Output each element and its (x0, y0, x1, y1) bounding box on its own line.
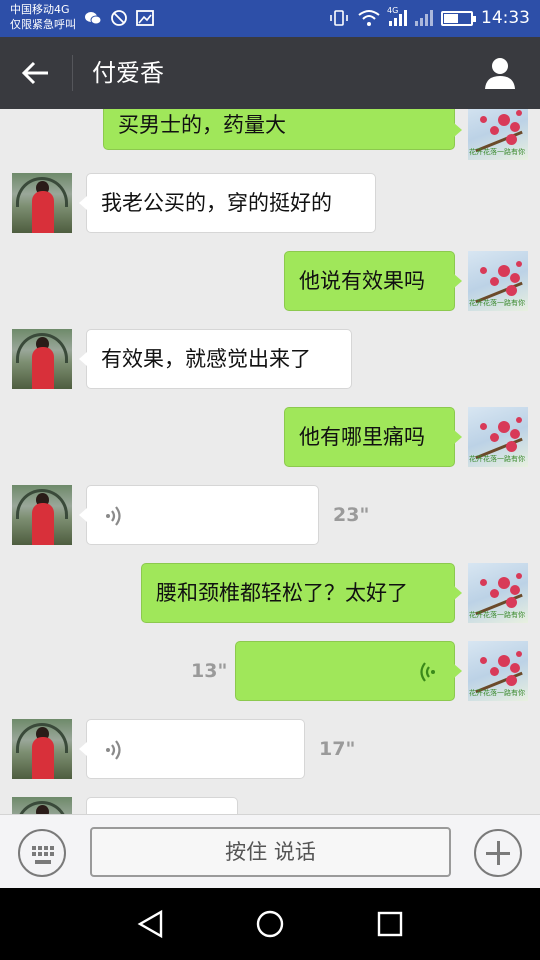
contact-avatar[interactable] (12, 485, 72, 545)
vibrate-icon (330, 10, 348, 26)
received-voice-bubble[interactable] (79, 485, 319, 545)
voice-wave-icon (106, 506, 121, 526)
sent-text-bubble[interactable]: 买男士的，药量大 (103, 109, 462, 150)
sent-text-bubble[interactable]: 他说有效果吗 (284, 251, 462, 311)
image-icon (136, 10, 154, 26)
my-avatar[interactable]: 花开花落一路有你 (468, 407, 528, 467)
no-disturb-icon (111, 10, 127, 26)
network-type: 4G (387, 6, 399, 15)
message-text: 他说有效果吗 (299, 269, 425, 293)
back-triangle-icon[interactable] (135, 908, 167, 940)
my-avatar[interactable]: 花开花落一路有你 (468, 109, 528, 160)
input-bar: 按住 说话 (0, 814, 540, 888)
voice-duration: 17" (319, 738, 356, 760)
title-divider (72, 55, 73, 91)
signal-2-icon (415, 10, 433, 26)
received-text-bubble[interactable]: 我老公买的，穿的挺好的 (79, 173, 376, 233)
contact-avatar[interactable] (12, 329, 72, 389)
chat-history[interactable]: 花开花落一路有你 买男士的，药量大 我老公买的，穿的挺好的 花开花落一路有你 他说有效果… (0, 109, 540, 814)
plus-icon[interactable] (474, 829, 522, 877)
my-avatar[interactable]: 花开花落一路有你 (468, 251, 528, 311)
recents-square-icon[interactable] (374, 908, 406, 940)
message-text: 腰和颈椎都轻松了？太好了 (156, 581, 408, 605)
notification-icons (84, 10, 154, 26)
chat-title: 付爱香 (92, 59, 164, 87)
wifi-icon (358, 10, 380, 26)
status-bar: 中国移动4G 仅限紧急呼叫 4G 14:33 (0, 0, 540, 37)
navigation-bar (0, 888, 540, 960)
voice-wave-icon (106, 740, 121, 760)
home-circle-icon[interactable] (254, 908, 286, 940)
message-text: 他有哪里痛吗 (299, 425, 425, 449)
wechat-icon (85, 12, 102, 25)
clock: 14:33 (481, 8, 530, 28)
voice-duration: 23" (333, 504, 370, 526)
my-avatar[interactable]: 花开花落一路有你 (468, 641, 528, 701)
battery-icon (441, 10, 476, 26)
sent-voice-bubble[interactable] (235, 641, 462, 701)
title-bar: 付爱香 (0, 37, 540, 109)
received-text-bubble[interactable]: 有效果，就感觉出来了 (79, 329, 352, 389)
received-voice-bubble[interactable] (79, 719, 305, 779)
message-text: 有效果，就感觉出来了 (101, 347, 311, 371)
keyboard-icon[interactable] (18, 829, 66, 877)
message-text: 买男士的，药量大 (118, 113, 286, 137)
carrier-name: 中国移动4G (10, 3, 70, 16)
person-icon[interactable] (482, 55, 518, 91)
status-right: 4G 14:33 (329, 6, 530, 28)
contact-avatar[interactable] (12, 173, 72, 233)
voice-wave-icon (420, 662, 435, 682)
emergency-only: 仅限紧急呼叫 (10, 18, 76, 31)
my-avatar[interactable]: 花开花落一路有你 (468, 563, 528, 623)
message-text: 我老公买的，穿的挺好的 (101, 191, 332, 215)
sent-text-bubble[interactable]: 他有哪里痛吗 (284, 407, 462, 467)
carrier-info: 中国移动4G 仅限紧急呼叫 (10, 2, 76, 32)
received-bubble-partial[interactable] (86, 797, 238, 814)
contact-avatar[interactable] (12, 797, 72, 814)
contact-avatar[interactable] (12, 719, 72, 779)
hold-to-talk-button[interactable]: 按住 说话 (90, 827, 451, 877)
sent-text-bubble[interactable]: 腰和颈椎都轻松了？太好了 (141, 563, 462, 623)
voice-duration: 13" (191, 660, 228, 682)
arrow-left-icon[interactable] (18, 57, 54, 89)
